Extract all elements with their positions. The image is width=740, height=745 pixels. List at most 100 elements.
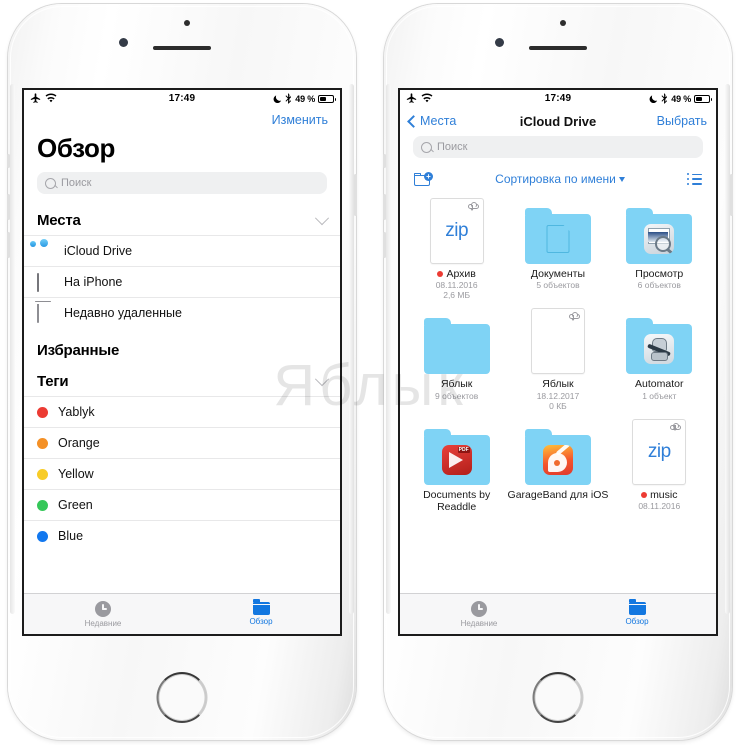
screen-left: 17:49 49 % Изменить Обзор Поиск Места iC… bbox=[22, 88, 342, 636]
folder-icon bbox=[626, 318, 693, 375]
list-view-icon[interactable] bbox=[687, 173, 702, 185]
status-right-icons: 49 % bbox=[273, 93, 336, 104]
search-placeholder: Поиск bbox=[61, 177, 92, 189]
volume-down-button[interactable] bbox=[383, 232, 386, 258]
sort-label: Сортировка по имени bbox=[495, 172, 616, 186]
tag-item-yablyk[interactable]: Yablyk bbox=[24, 396, 340, 427]
file-item[interactable]: Automator 1 объект bbox=[609, 308, 710, 410]
tag-item-green[interactable]: Green bbox=[24, 489, 340, 520]
browser-toolbar: + Сортировка по имени bbox=[400, 168, 716, 192]
sort-button[interactable]: Сортировка по имени bbox=[433, 172, 687, 186]
home-button-left[interactable] bbox=[156, 672, 208, 723]
file-thumbnail bbox=[507, 198, 608, 264]
front-camera bbox=[119, 38, 128, 47]
power-button[interactable] bbox=[730, 174, 733, 216]
preview-app-icon bbox=[644, 224, 675, 254]
file-item[interactable]: zip Архив 08.11.2016 2,6 МБ bbox=[406, 198, 507, 300]
screenshot-stage: 17:49 49 % Изменить Обзор Поиск Места iC… bbox=[0, 0, 740, 745]
power-button[interactable] bbox=[354, 174, 357, 216]
search-input-right[interactable]: Поиск bbox=[413, 136, 703, 158]
file-item[interactable]: zip music 08.11.2016 bbox=[609, 418, 710, 514]
row-label: iCloud Drive bbox=[64, 244, 133, 258]
volume-down-button[interactable] bbox=[7, 232, 10, 258]
file-item[interactable]: Яблык 9 объектов bbox=[406, 308, 507, 410]
document-glyph-icon bbox=[546, 224, 571, 253]
volume-up-button[interactable] bbox=[383, 194, 386, 220]
status-bar-right: 17:49 49 % bbox=[400, 90, 716, 107]
file-name: GarageBand для iOS bbox=[507, 488, 609, 501]
zip-file-icon: zip bbox=[429, 198, 484, 264]
select-button[interactable]: Выбрать bbox=[657, 114, 707, 128]
tag-item-blue[interactable]: Blue bbox=[24, 520, 340, 551]
sidebar-item-recently-deleted[interactable]: Недавно удаленные bbox=[24, 297, 340, 328]
file-name: Просмотр bbox=[635, 268, 684, 280]
row-label: Yablyk bbox=[58, 405, 95, 419]
file-thumbnail bbox=[507, 308, 608, 375]
edit-button[interactable]: Изменить bbox=[272, 113, 328, 127]
row-label: Blue bbox=[58, 529, 84, 543]
file-thumbnail bbox=[507, 419, 608, 485]
section-header-places[interactable]: Места bbox=[24, 204, 340, 235]
mute-switch[interactable] bbox=[7, 154, 10, 168]
file-meta-date: 08.11.2016 bbox=[638, 501, 681, 512]
file-thumbnail bbox=[406, 308, 507, 375]
page-title: Обзор bbox=[37, 133, 115, 163]
file-caption: Документы 5 объектов bbox=[531, 268, 585, 290]
file-item[interactable]: Просмотр 6 объектов bbox=[609, 198, 710, 300]
garageband-app-icon bbox=[542, 444, 573, 475]
tag-color-dot bbox=[437, 271, 444, 278]
bluetooth-icon bbox=[661, 93, 668, 104]
file-item[interactable]: PDF Documents by Readdle bbox=[406, 419, 507, 514]
trash-icon bbox=[37, 303, 54, 323]
row-label: На iPhone bbox=[64, 275, 123, 289]
file-item[interactable]: Яблык 18.12.2017 0 КБ bbox=[507, 308, 608, 411]
section-header-tags[interactable]: Теги bbox=[24, 371, 340, 396]
folder-icon bbox=[628, 599, 646, 615]
sidebar-item-icloud-drive[interactable]: iCloud Drive bbox=[24, 235, 340, 266]
file-item[interactable]: Документы 5 объектов bbox=[507, 198, 608, 300]
file-thumbnail bbox=[609, 198, 710, 264]
zip-file-icon: zip bbox=[632, 418, 687, 485]
row-label: Green bbox=[58, 498, 93, 512]
search-input-left[interactable]: Поиск bbox=[37, 172, 327, 194]
icloud-download-icon bbox=[568, 312, 580, 321]
file-item[interactable]: GarageBand для iOS bbox=[507, 419, 608, 514]
volume-up-button[interactable] bbox=[7, 194, 10, 220]
home-button-right[interactable] bbox=[532, 672, 584, 723]
file-caption: Архив 08.11.2016 2,6 МБ bbox=[436, 268, 478, 300]
device-edge-right bbox=[725, 84, 730, 614]
search-icon bbox=[45, 177, 56, 189]
clock-icon bbox=[95, 600, 111, 617]
new-folder-icon[interactable]: + bbox=[414, 172, 433, 186]
icloud-download-icon bbox=[670, 422, 682, 432]
file-meta-size: 0 КБ bbox=[549, 400, 567, 411]
chevron-down-icon[interactable] bbox=[314, 371, 330, 386]
tab-recents[interactable]: Недавние bbox=[24, 594, 182, 634]
chevron-down-icon[interactable] bbox=[314, 210, 330, 225]
mute-switch[interactable] bbox=[383, 154, 386, 168]
row-label: Недавно удаленные bbox=[64, 306, 182, 320]
file-meta-count: 9 объектов bbox=[435, 390, 479, 401]
bluetooth-icon bbox=[285, 93, 292, 104]
tab-browse[interactable]: Обзор bbox=[558, 594, 716, 634]
automator-app-icon bbox=[644, 334, 675, 365]
tab-browse[interactable]: Обзор bbox=[182, 594, 340, 634]
tag-item-yellow[interactable]: Yellow bbox=[24, 458, 340, 489]
row-label: Yellow bbox=[58, 467, 94, 481]
tag-color-dot bbox=[37, 499, 48, 511]
tag-item-orange[interactable]: Orange bbox=[24, 427, 340, 458]
tab-recents[interactable]: Недавние bbox=[400, 594, 558, 634]
file-name: Documents by Readdle bbox=[423, 488, 491, 514]
folder-icon bbox=[423, 318, 490, 375]
sidebar-item-on-iphone[interactable]: На iPhone bbox=[24, 266, 340, 297]
device-edge-left bbox=[386, 84, 391, 614]
file-meta-date: 08.11.2016 bbox=[435, 280, 478, 291]
proximity-sensor bbox=[560, 20, 566, 26]
file-name: Документы bbox=[530, 268, 586, 280]
file-caption: Яблык 18.12.2017 0 КБ bbox=[537, 378, 580, 410]
file-meta-count: 5 объектов bbox=[536, 280, 580, 291]
file-name: Яблык bbox=[542, 378, 574, 391]
tab-label: Обзор bbox=[249, 617, 273, 626]
file-caption: GarageBand для iOS bbox=[508, 489, 609, 501]
file-meta-count: 6 объектов bbox=[637, 280, 681, 291]
